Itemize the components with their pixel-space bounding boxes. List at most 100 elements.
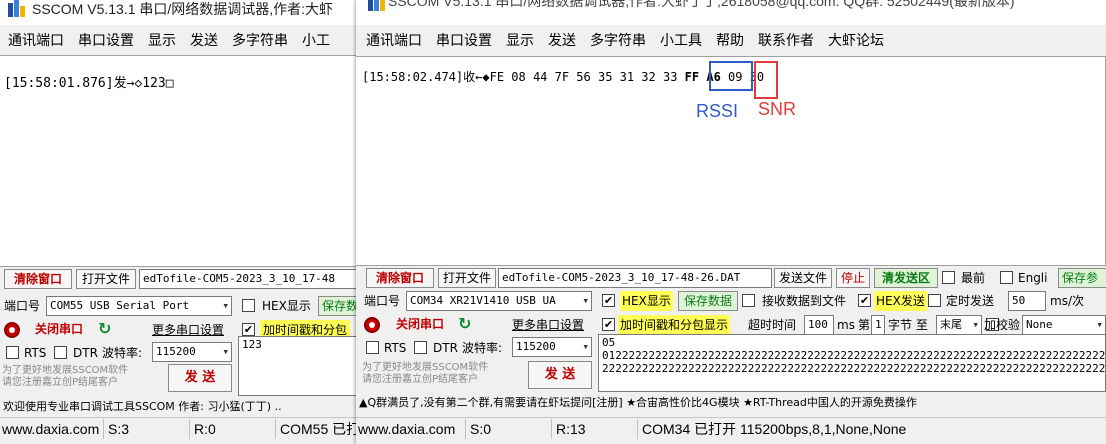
left-send-textarea[interactable]: 123 — [238, 336, 366, 396]
left-port-row: 端口号 COM55 USB Serial Port HEX显示 保存数 — [0, 295, 366, 317]
rts-label: RTS — [24, 346, 47, 360]
power-icon — [4, 322, 20, 338]
snr-annotation: SNR — [758, 99, 797, 119]
left-title-bar: SSCOM V5.13.1 串口/网络数据调试器,作者:大虾 — [0, 0, 366, 25]
timeout-input[interactable]: 100 — [804, 315, 834, 335]
send-file-button[interactable]: 发送文件 — [774, 268, 832, 288]
ms-label: ms — [837, 318, 855, 332]
clear-window-button[interactable]: 清除窗口 — [366, 268, 434, 288]
port-select[interactable]: COM34 XR21V1410 USB UA — [406, 291, 592, 311]
menu-help[interactable]: 帮助 — [709, 26, 751, 54]
close-port-button[interactable]: 关闭串口 — [24, 320, 94, 340]
port-label: 端口号 — [364, 294, 401, 308]
rts-checkbox[interactable] — [366, 341, 379, 354]
topmost-checkbox[interactable] — [942, 271, 955, 284]
more-port-settings-link[interactable]: 更多串口设置 — [152, 320, 224, 340]
menu-port-settings[interactable]: 串口设置 — [429, 26, 499, 54]
byte-prefix: 第 — [858, 318, 871, 332]
right-status-port-info: COM34 已打开 115200bps,8,1,None,None — [642, 421, 907, 437]
checksum-select[interactable]: None — [1022, 315, 1106, 335]
hex-display-label: HEX显示 — [262, 299, 311, 313]
left-receive-area[interactable]: [15:58:01.876]发→◇123□ — [0, 55, 366, 267]
left-window-title: SSCOM V5.13.1 串口/网络数据调试器,作者:大虾 — [32, 1, 334, 17]
file-path-field[interactable]: edTofile-COM5-2023_3_10_17-48-26.DAT — [498, 268, 772, 288]
left-promo-line1: 为了更好地发展SSCOM软件 — [2, 365, 129, 376]
right-port-row: 端口号 COM34 XR21V1410 USB UA ✔ HEX显示 保存数据 … — [356, 290, 1106, 312]
right-send-button[interactable]: 发 送 — [528, 361, 592, 389]
menu-tools[interactable]: 小工 — [295, 26, 337, 54]
menu-multi-string[interactable]: 多字符串 — [225, 26, 295, 54]
recv-to-file-checkbox[interactable] — [742, 294, 755, 307]
timed-send-label: 定时发送 — [946, 294, 995, 308]
baud-label: 波特率: — [462, 341, 503, 355]
dtr-label: DTR — [73, 346, 98, 360]
left-status-website[interactable]: www.daxia.com — [0, 419, 104, 439]
open-file-button[interactable]: 打开文件 — [76, 269, 136, 289]
timestamp-checkbox[interactable]: ✔ — [242, 323, 255, 336]
left-status-bar: www.daxia.com S:3 R:0 COM55 已打 — [0, 417, 366, 439]
right-status-website[interactable]: www.daxia.com — [356, 419, 466, 439]
refresh-icon[interactable]: ↻ — [458, 314, 471, 333]
checksum-label: 加校验 — [984, 318, 1021, 332]
menu-comm-port[interactable]: 通讯端口 — [1, 26, 71, 54]
menu-send[interactable]: 发送 — [183, 26, 225, 54]
menu-contact-author[interactable]: 联系作者 — [751, 26, 821, 54]
interval-unit: ms/次 — [1050, 294, 1084, 308]
timed-send-checkbox[interactable] — [928, 294, 941, 307]
menu-display[interactable]: 显示 — [499, 26, 541, 54]
clear-window-button[interactable]: 清除窗口 — [4, 269, 72, 289]
end-select[interactable]: 末尾 — [936, 315, 982, 335]
right-window-title: SSCOM V5.13.1 串口/网络数据调试器,作者:大虾丁丁,2618058… — [388, 0, 1015, 9]
menu-comm-port[interactable]: 通讯端口 — [359, 26, 429, 54]
baud-label: 波特率: — [102, 346, 143, 360]
timeout-label: 超时时间 — [748, 318, 797, 332]
topmost-label: 最前 — [961, 271, 986, 285]
english-checkbox[interactable] — [1000, 271, 1013, 284]
hex-display-checkbox[interactable] — [242, 299, 255, 312]
rts-checkbox[interactable] — [6, 346, 19, 359]
port-label: 端口号 — [4, 299, 41, 313]
right-status-sent: S:0 — [468, 419, 552, 439]
interval-input[interactable]: 50 — [1008, 291, 1046, 311]
menu-port-settings[interactable]: 串口设置 — [71, 26, 141, 54]
left-toolbar-row: 清除窗口 打开文件 edTofile-COM5-2023_3_10_17-48 — [0, 268, 366, 290]
stop-button[interactable]: 停止 — [836, 268, 870, 288]
right-send-textarea[interactable]: 05 01222222222222222222222222222222222222… — [598, 334, 1106, 392]
snr-highlight-box — [754, 61, 778, 99]
refresh-icon[interactable]: ↻ — [98, 319, 111, 338]
recv-to-file-label: 接收数据到文件 — [762, 294, 847, 308]
clear-send-area-button[interactable]: 清发送区 — [874, 268, 938, 288]
byte-index-input[interactable]: 1 — [871, 315, 885, 335]
rssi-annotation: RSSI — [696, 101, 739, 121]
more-port-settings-link[interactable]: 更多串口设置 — [512, 315, 584, 335]
dtr-checkbox[interactable] — [414, 341, 427, 354]
timestamp-checkbox[interactable]: ✔ — [602, 318, 615, 331]
file-path-field[interactable]: edTofile-COM5-2023_3_10_17-48 — [139, 269, 366, 289]
right-ad-banner[interactable]: ▲Q群满员了,没有第二个群,有需要请在虾坛提问[注册] ★合宙高性价比4G模块 … — [356, 394, 1106, 412]
send-text-line2: 0122222222222222222222222222222222222222… — [602, 349, 1106, 362]
menu-send[interactable]: 发送 — [541, 26, 583, 54]
right-status-bar: www.daxia.com S:0 R:13 COM34 已打开 115200b… — [356, 417, 1106, 439]
hex-send-checkbox[interactable]: ✔ — [858, 294, 871, 307]
menu-tools[interactable]: 小工具 — [653, 26, 709, 54]
open-file-button[interactable]: 打开文件 — [438, 268, 496, 288]
port-select[interactable]: COM55 USB Serial Port — [46, 296, 232, 316]
save-params-button[interactable]: 保存参 — [1058, 268, 1106, 288]
baud-select[interactable]: 115200 — [152, 342, 232, 362]
left-status-recv: R:0 — [192, 419, 276, 439]
left-send-button[interactable]: 发 送 — [168, 364, 232, 392]
menu-forum[interactable]: 大虾论坛 — [821, 26, 891, 54]
right-recv-line: [15:58:02.474]收←◆FE 08 44 7F 56 35 31 32… — [362, 68, 764, 85]
right-receive-area[interactable]: [15:58:02.474]收←◆FE 08 44 7F 56 35 31 32… — [356, 56, 1106, 266]
rssi-highlight-box — [709, 61, 753, 91]
close-port-button[interactable]: 关闭串口 — [384, 315, 456, 335]
dtr-checkbox[interactable] — [54, 346, 67, 359]
menu-multi-string[interactable]: 多字符串 — [583, 26, 653, 54]
baud-select[interactable]: 115200 — [512, 337, 592, 357]
menu-display[interactable]: 显示 — [141, 26, 183, 54]
right-promo-line1: 为了更好地发展SSCOM软件 — [362, 362, 489, 373]
hex-display-checkbox[interactable]: ✔ — [602, 294, 615, 307]
left-ad-banner[interactable]: 欢迎使用专业串口调试工具SSCOM 作者: 习小猛(丁丁) .. — [0, 398, 366, 416]
save-data-button[interactable]: 保存数据 — [678, 291, 738, 311]
right-title-bar: SSCOM V5.13.1 串口/网络数据调试器,作者:大虾丁丁,2618058… — [356, 0, 1106, 25]
